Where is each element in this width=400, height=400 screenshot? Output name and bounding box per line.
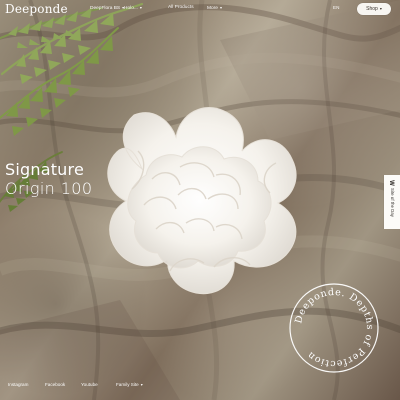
bottom-link-label: Family Site: [116, 382, 139, 387]
chevron-down-icon: ▾: [140, 381, 143, 387]
youtube-link[interactable]: Youtube: [81, 382, 98, 387]
nav-item-label: More: [207, 6, 218, 11]
circular-seal-icon: Deeponde. Depths of Perfection: [284, 278, 384, 378]
shop-button-label: Shop: [366, 6, 378, 12]
hero-title-line-2: Origin 100: [5, 179, 93, 198]
svg-text:Deeponde. Depths of Perfection: Deeponde. Depths of Perfection: [293, 287, 375, 369]
side-tab-label: Site of the Day: [389, 187, 395, 217]
shop-button[interactable]: Shop ▾: [357, 3, 391, 15]
nav-item-deepflora-bs[interactable]: DeepFlora BS ▾: [90, 5, 124, 11]
bottom-link-label: Facebook: [45, 382, 66, 387]
language-selector[interactable]: EN: [333, 5, 339, 10]
site-of-the-day-tab[interactable]: W Site of the Day: [384, 175, 400, 229]
nav-item-label: Holo...: [124, 6, 138, 11]
award-icon: W: [387, 180, 394, 186]
chevron-down-icon: ▾: [139, 4, 142, 10]
top-navigation: Deeponde DeepFlora BS ▾ Holo... ▾ All Prod…: [0, 0, 400, 20]
hero-page: Deeponde DeepFlora BS ▾ Holo... ▾ All Prod…: [0, 0, 400, 400]
bottom-link-label: Youtube: [81, 382, 98, 387]
chevron-down-icon: ▾: [219, 4, 222, 10]
nav-item-label: All Products: [168, 5, 194, 10]
hero-title: Signature Origin 100: [5, 162, 92, 197]
nav-item-label: DeepFlora BS: [90, 6, 121, 11]
facebook-link[interactable]: Facebook: [45, 382, 65, 387]
bottom-link-label: Instagram: [8, 382, 29, 387]
nav-item-more[interactable]: More ▾: [207, 5, 222, 11]
brand-logo[interactable]: Deeponde: [5, 2, 68, 16]
hero-title-line-1: Signature: [5, 160, 84, 179]
instagram-link[interactable]: Instagram: [8, 382, 28, 387]
nav-item-all-products[interactable]: All Products: [168, 5, 194, 10]
social-links: Instagram Facebook Youtube Family Site ▾: [0, 382, 400, 392]
seal-text: Deeponde. Depths of Perfection: [293, 287, 374, 369]
nav-item-holo[interactable]: Holo... ▾: [124, 5, 142, 11]
family-site-link[interactable]: Family Site ▾: [116, 382, 143, 387]
chevron-down-icon: ▾: [379, 6, 382, 12]
